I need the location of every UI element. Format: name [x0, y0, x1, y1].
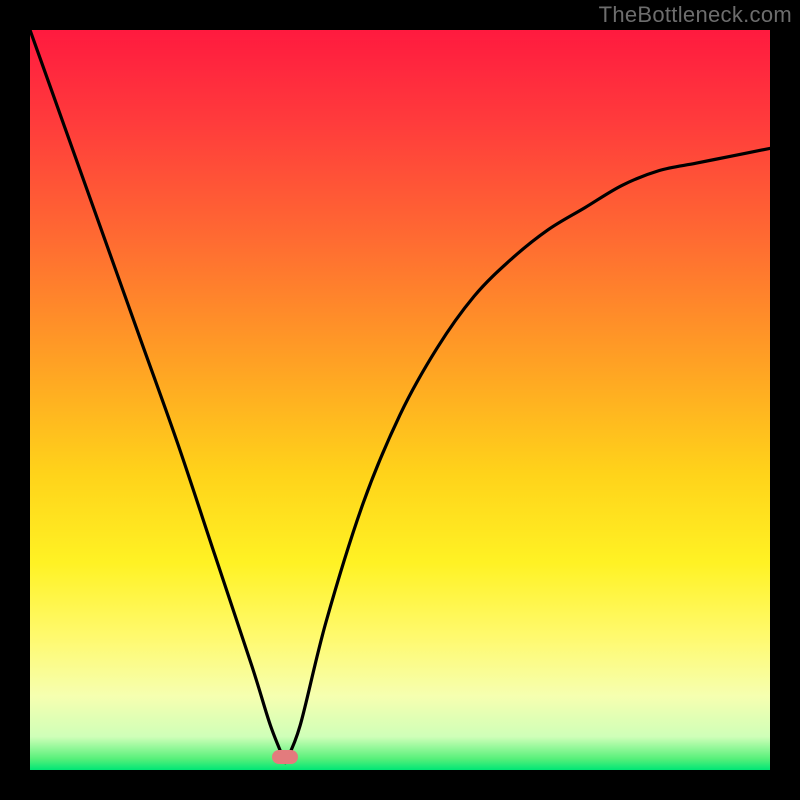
plot-svg	[30, 30, 770, 770]
minimum-marker	[272, 750, 298, 764]
plot-area	[30, 30, 770, 770]
watermark-text: TheBottleneck.com	[599, 2, 792, 28]
gradient-background	[30, 30, 770, 770]
chart-frame: TheBottleneck.com	[0, 0, 800, 800]
